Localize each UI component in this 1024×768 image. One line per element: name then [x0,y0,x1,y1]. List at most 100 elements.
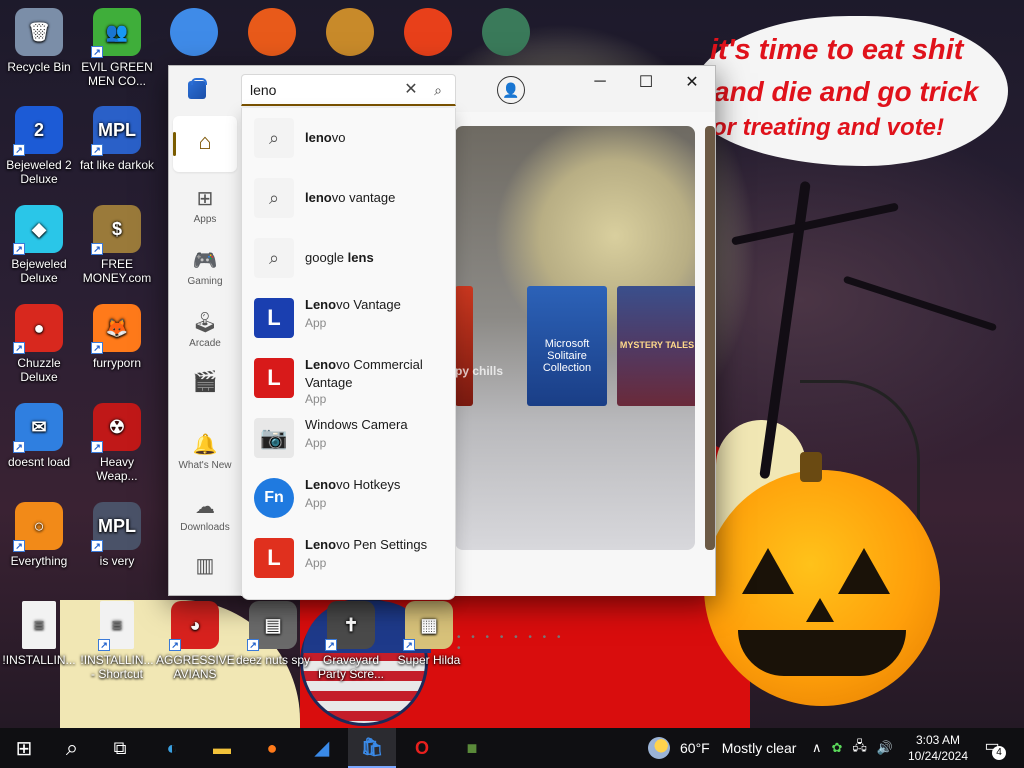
suggestion-app[interactable]: L Lenovo Vantage App [244,288,454,348]
desktop-icon[interactable]: 🦊 ↗ furryporn [78,304,156,370]
taskbar-search-button[interactable]: ⌕ [48,728,96,768]
carousel-dots[interactable]: • • • • • • • • • [457,632,577,654]
recycle-bin-icon: 🗑 [15,8,63,56]
suggestion-query[interactable]: ⌕ lenovo [244,108,454,168]
clear-search-icon[interactable]: ✕ [402,81,420,99]
nav-home[interactable]: ⌂ [173,116,237,172]
hero-banner[interactable]: py chills Microsoft Solitaire Collection… [455,126,695,550]
account-button[interactable]: 👤 [497,76,525,104]
shortcut-arrow-icon: ↗ [169,639,181,651]
bubble-line: or treating and vote! [712,114,945,141]
search-icon[interactable]: ⌕ [429,81,447,99]
suggestion-app[interactable]: L Lenovo Commercial Vantage App [244,348,454,408]
taskbar-file-explorer-button[interactable]: ▬ [198,728,246,768]
desktop-icon[interactable]: ≡ !INSTALLIN... [0,601,78,667]
taskbar-blue-app-button[interactable]: ◢ [298,728,346,768]
desktop-icon-label: doesnt load [7,455,71,469]
nav-label: Arcade [189,337,221,349]
chevron-up-icon[interactable]: ∧ [812,740,822,756]
firefox-icon: ● [266,737,278,758]
weather-widget[interactable]: 60°F Mostly clear [648,728,796,768]
game-tile[interactable] [455,286,473,406]
maximize-button[interactable]: ☐ [623,66,669,98]
volume-icon[interactable]: 🔊 [877,740,893,756]
desktop-icon[interactable]: ✝ ↗ Graveyard Party Scre... [312,601,390,681]
tile-label: Microsoft Solitaire Collection [542,338,592,374]
suggestion-query[interactable]: ⌕ lenovo vantage [244,168,454,228]
title-match: Leno [305,297,337,312]
suggestion-type: App [305,392,327,406]
nav-movies[interactable]: 🎬 [173,356,237,412]
suggestion-app[interactable]: Fn Lenovo Hotkeys App [244,468,454,528]
suggestion-title: Lenovo Commercial Vantage [305,356,451,392]
close-button[interactable]: ✕ [669,66,715,98]
search-input[interactable] [250,79,400,101]
blue-app-icon: ◢ [315,737,329,758]
nav-downloads[interactable]: ☁ Downloads [173,486,237,542]
clock[interactable]: 3:03 AM 10/24/2024 [905,732,971,764]
taskbar-minecraft-button[interactable]: ■ [448,728,496,768]
desktop-icon[interactable]: 2 ↗ Bejeweled 2 Deluxe [0,106,78,186]
taskbar-microsoft-store-button[interactable]: 🛍 [348,728,396,768]
clapperboard-icon: 🎬 [192,371,218,393]
desktop-icon[interactable]: ● ↗ Chuzzle Deluxe [0,304,78,384]
nav-apps[interactable]: ⊞ Apps [173,178,237,234]
taskbar-edge-button[interactable]: ◐ [148,728,196,768]
tray-app-icon[interactable]: ✿ [832,740,843,756]
moon-cloud-icon [648,737,670,759]
search-box[interactable]: ✕ ⌕ [241,74,456,106]
start-button[interactable]: ⊞ [0,728,48,768]
nav-library[interactable]: ▥ [173,540,237,596]
title-rest: vo Hotkeys [336,477,401,492]
folder-game-icon[interactable] [326,8,374,56]
desktop-icon[interactable]: ☢ ↗ Heavy Weap... [78,403,156,483]
diamond-icon: ◆ ↗ [13,205,63,255]
nav-whats-new[interactable]: 🔔 What's New [173,424,237,480]
desktop-icon[interactable]: ◆ ↗ Bejeweled Deluxe [0,205,78,285]
solitaire-tile[interactable]: Microsoft Solitaire Collection [527,286,607,406]
nav-gaming[interactable]: 🎮 Gaming [173,240,237,296]
bubble-line: and die and go trick [714,76,979,107]
desktop-icon[interactable]: ▤ ↗ deez nuts spy [234,601,312,667]
title-rest: vo vantage [331,190,396,205]
desktop-icon[interactable]: MPL ↗ fat like darkok [78,106,156,172]
minimize-button[interactable]: ─ [577,66,623,98]
clock-time: 3:03 AM [915,733,961,747]
shortcut-arrow-icon: ↗ [13,243,25,255]
anime-character-icon[interactable] [482,8,530,56]
suggestion-app[interactable]: 📷 Windows Camera App [244,408,454,468]
notification-count: 4 [992,746,1006,760]
desktop-icon[interactable]: MPL ↗ is very [78,502,156,568]
scrollbar[interactable] [705,126,715,550]
p-game-icon[interactable] [248,8,296,56]
app-icon: L [254,298,294,338]
weather-condition: Mostly clear [721,740,797,756]
app-icon: 📷 [254,418,294,458]
windows-logo-icon[interactable] [404,8,452,56]
desktop-icon[interactable]: ◕ ↗ AGGRESSIVE AVIANS [156,601,235,681]
network-icon[interactable]: 🖧 [852,737,867,759]
task-view-button[interactable]: ⧉ [96,728,144,768]
suggestion-app[interactable]: L Lenovo Pen Settings App [244,528,454,588]
desktop-icon[interactable]: 🗑 Recycle Bin [0,8,78,74]
tile-label: MYSTERY TALES [619,340,695,350]
desktop-icon[interactable]: ✉ ↗ doesnt load [0,403,78,469]
mystery-tales-tile[interactable]: MYSTERY TALES [617,286,695,406]
nav-arcade[interactable]: 🕹 Arcade [173,302,237,358]
suggestion-query[interactable]: ⌕ google lens [244,228,454,288]
shortcut-arrow-icon: ↗ [13,144,25,156]
text-file-icon: ≡ [22,601,56,649]
taskbar-opera-button[interactable]: O [398,728,446,768]
speech-bubble: it's time to eat shit and die and go tri… [690,16,1008,166]
title-rest: Windows Camera [305,417,408,432]
chrome-icon[interactable] [170,8,218,56]
taskbar-firefox-button[interactable]: ● [248,728,296,768]
desktop-icon[interactable]: 👥 ↗ EVIL GREEN MEN CO... [78,8,156,88]
search-suggestions: ⌕ lenovo ⌕ lenovo vantage ⌕ google lens L Lenov… [241,108,456,600]
notification-center-button[interactable]: ▭ 4 [980,736,1006,760]
bejeweled2-icon: 2 ↗ [13,106,63,156]
desktop-icon[interactable]: ≡ ↗ !INSTALLIN... - Shortcut [78,601,156,681]
shortcut-arrow-icon: ↗ [91,144,103,156]
desktop-icon[interactable]: ○ ↗ Everything [0,502,78,568]
desktop-icon[interactable]: $ ↗ FREE MONEY.com [78,205,156,285]
